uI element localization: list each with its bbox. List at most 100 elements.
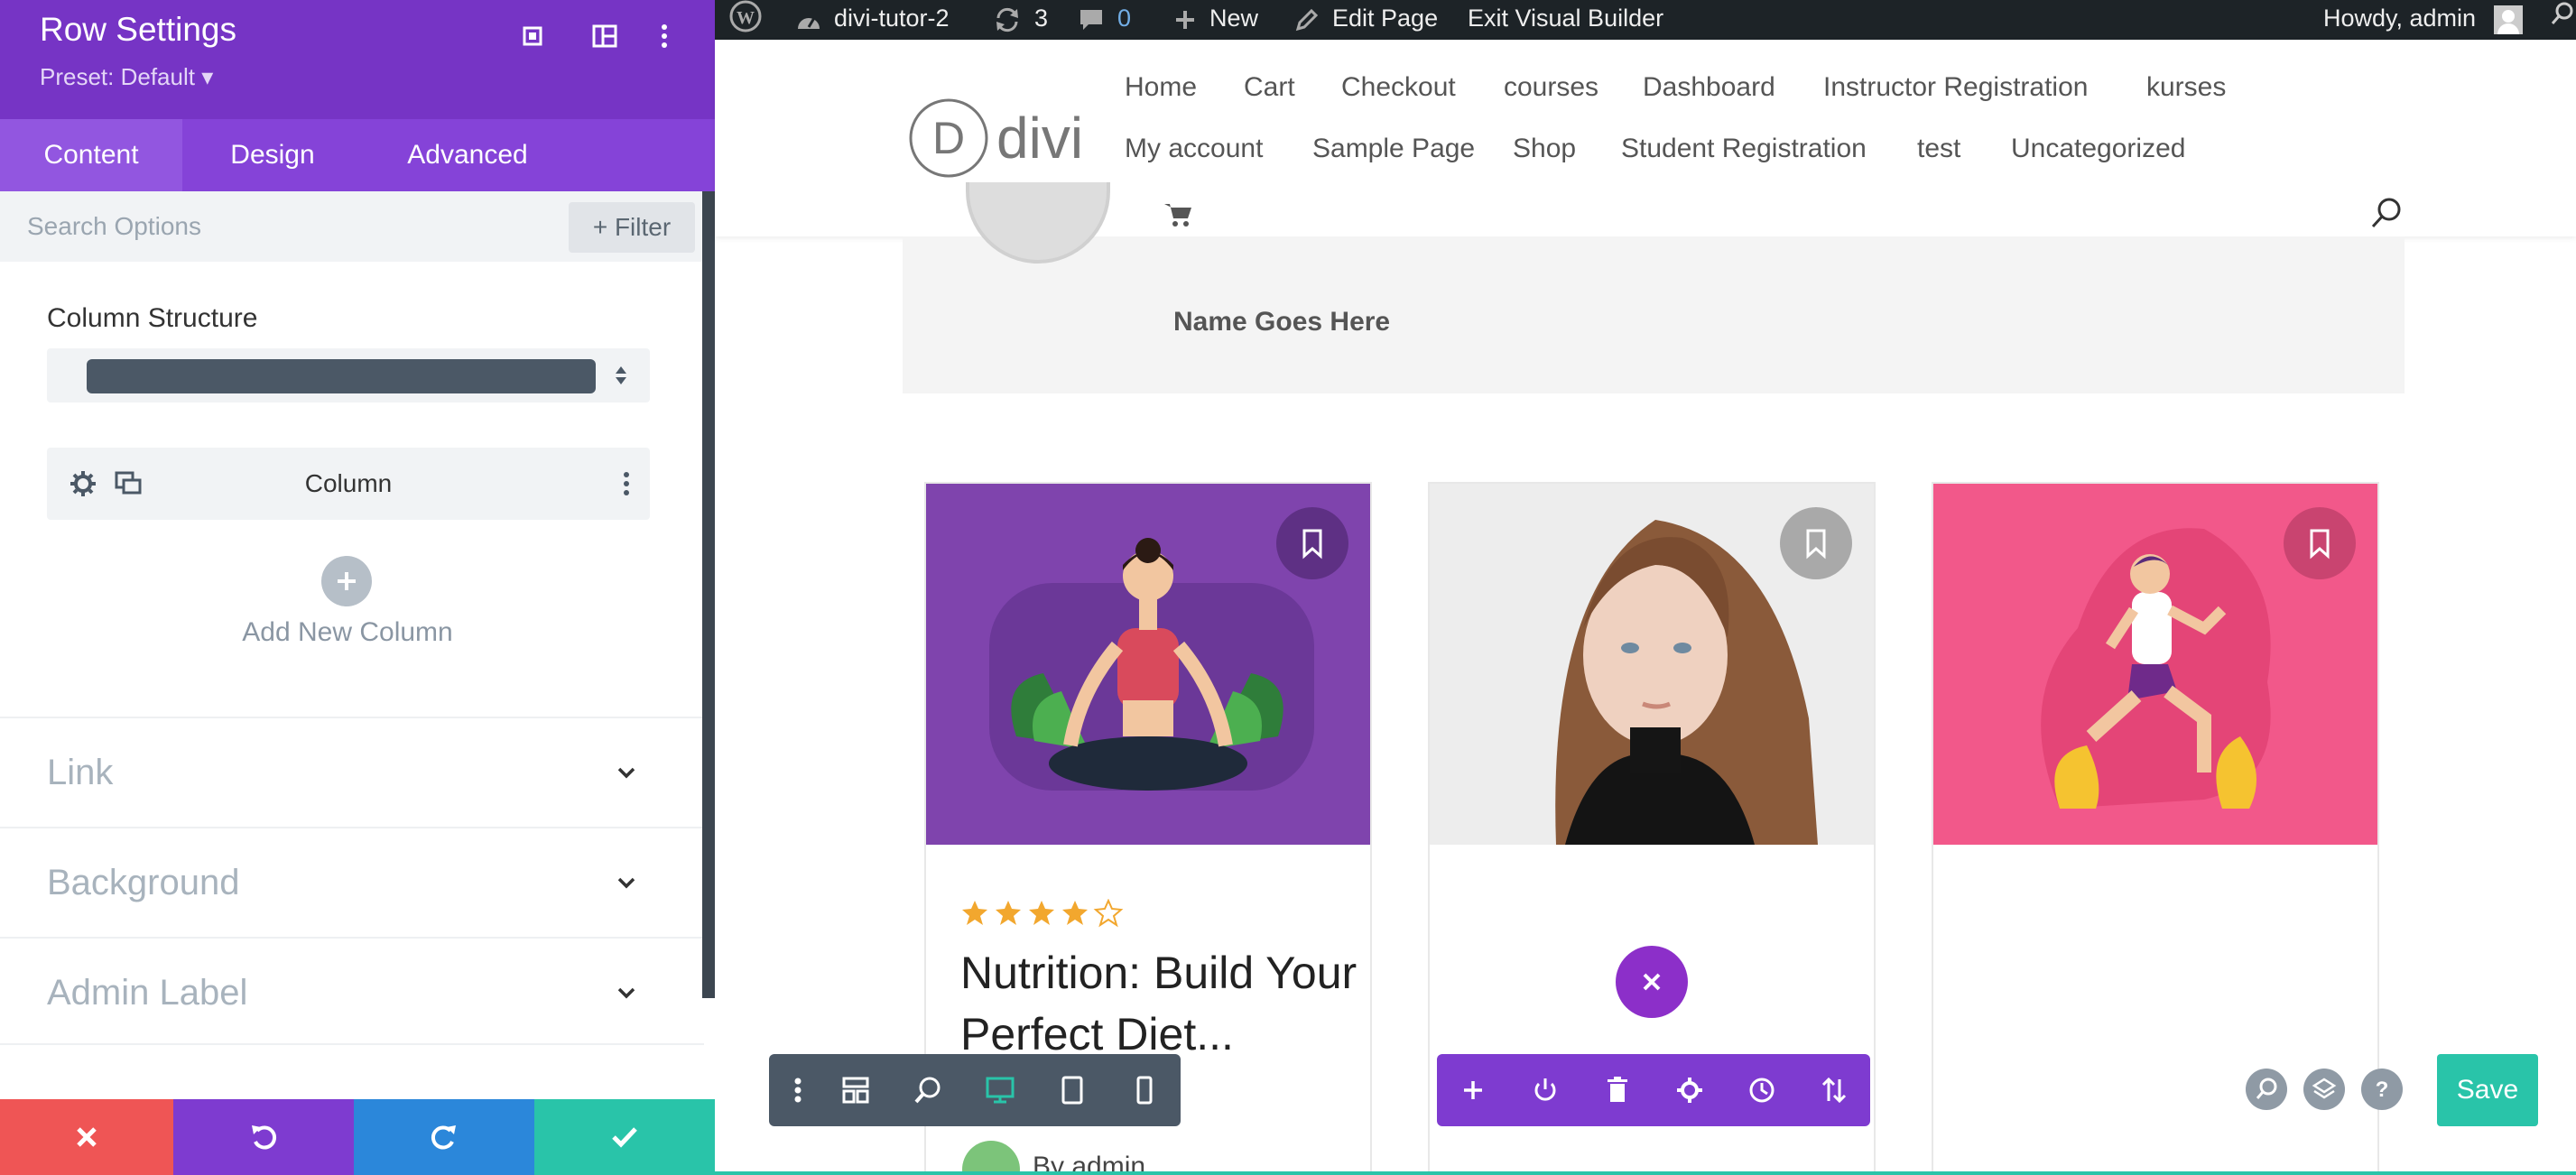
cart-icon[interactable] (1163, 200, 1193, 227)
edit-page-label: Edit Page (1332, 5, 1439, 32)
wordpress-logo-icon[interactable]: W (727, 0, 764, 40)
add-column-label[interactable]: Add New Column (0, 617, 695, 648)
comments-count: 0 (1117, 5, 1132, 32)
panel-scrollbar[interactable] (702, 191, 715, 998)
bookmark-button[interactable] (1780, 507, 1852, 579)
star-rating-icon (962, 899, 1124, 928)
wireframe-view-icon[interactable] (839, 1074, 872, 1106)
bookmark-button[interactable] (1276, 507, 1348, 579)
rating-stars (962, 899, 1125, 928)
site-search-icon[interactable] (2368, 195, 2405, 231)
course-image-runner[interactable] (1933, 484, 2377, 845)
pencil-icon (1294, 7, 1320, 32)
updates-link[interactable]: 3 (993, 0, 1048, 40)
howdy-label: Howdy, admin (2323, 5, 2477, 32)
nav-student-registration[interactable]: Student Registration (1621, 134, 1867, 164)
testimonial-box: Name Goes Here (903, 182, 2405, 393)
row-toolbar (1437, 1054, 1870, 1126)
admin-search-icon[interactable] (2549, 0, 2576, 40)
split-view-icon[interactable] (588, 20, 621, 52)
help-icon[interactable]: ? (2361, 1069, 2403, 1110)
history-icon[interactable] (1746, 1074, 1778, 1106)
column-item[interactable]: Column (47, 448, 650, 520)
trash-icon[interactable] (1601, 1074, 1634, 1106)
power-icon[interactable] (1529, 1074, 1561, 1106)
undo-button[interactable] (173, 1099, 354, 1175)
layers-icon[interactable] (2303, 1069, 2345, 1110)
filter-button[interactable]: + Filter (569, 202, 695, 253)
select-arrows-icon (612, 363, 630, 388)
discard-button[interactable] (0, 1099, 173, 1175)
search-options-input[interactable] (27, 206, 551, 247)
redo-button[interactable] (354, 1099, 534, 1175)
builder-search-icon[interactable] (2246, 1069, 2287, 1110)
check-icon (612, 1127, 637, 1148)
nav-shop[interactable]: Shop (1513, 134, 1576, 164)
column-label: Column (304, 469, 393, 497)
nav-dashboard[interactable]: Dashboard (1643, 72, 1775, 103)
bookmark-icon (1302, 529, 1322, 560)
preset-dropdown[interactable]: Preset: Default ▾ (40, 63, 213, 91)
page-settings-bar (769, 1054, 1181, 1126)
avatar (2493, 5, 2523, 34)
course-title[interactable]: Nutrition: Build Your Perfect Diet... (960, 942, 1357, 1065)
desktop-view-icon[interactable] (984, 1074, 1016, 1106)
nav-courses[interactable]: courses (1504, 72, 1598, 103)
more-options-icon[interactable] (648, 20, 681, 52)
portability-icon[interactable] (1818, 1074, 1850, 1106)
nav-sample-page[interactable]: Sample Page (1312, 134, 1475, 164)
redo-icon (431, 1125, 456, 1150)
course-image-yoga[interactable] (926, 484, 1370, 845)
svg-text:D: D (932, 113, 965, 163)
close-row-settings-button[interactable] (1616, 946, 1688, 1018)
column-structure-preview (87, 359, 596, 393)
nav-test[interactable]: test (1917, 134, 1960, 164)
new-content-link[interactable]: New (1173, 0, 1258, 40)
profile-avatar (966, 182, 1110, 264)
save-changes-button[interactable] (534, 1099, 715, 1175)
comments-link[interactable]: 0 (1078, 0, 1131, 40)
bookmark-icon (2310, 529, 2330, 560)
logo-text: divi (996, 106, 1084, 171)
bookmark-icon (1806, 529, 1826, 560)
nav-home[interactable]: Home (1125, 72, 1197, 103)
toggle-link-label: Link (47, 753, 114, 792)
exit-visual-builder-link[interactable]: Exit Visual Builder (1468, 0, 1663, 40)
column-more-icon[interactable] (610, 467, 643, 500)
updates-icon (993, 5, 1022, 34)
course-image-portrait[interactable] (1430, 484, 1874, 845)
toggle-background[interactable]: Background (0, 827, 704, 935)
add-icon[interactable] (1457, 1074, 1489, 1106)
bookmark-button[interactable] (2284, 507, 2356, 579)
tab-design[interactable]: Design (182, 119, 363, 191)
edit-page-link[interactable]: Edit Page (1294, 0, 1438, 40)
nav-my-account[interactable]: My account (1125, 134, 1263, 164)
column-structure-select[interactable] (47, 348, 650, 402)
fullscreen-icon[interactable] (516, 20, 549, 52)
zoom-icon[interactable] (912, 1074, 944, 1106)
toggle-link[interactable]: Link (0, 717, 704, 825)
filter-label: Filter (614, 213, 672, 241)
account-menu[interactable]: Howdy, admin (2323, 0, 2523, 40)
phone-view-icon[interactable] (1128, 1074, 1161, 1106)
tablet-view-icon[interactable] (1056, 1074, 1089, 1106)
toggle-admin-label-text: Admin Label (47, 973, 248, 1013)
tab-advanced[interactable]: Advanced (363, 119, 572, 191)
nav-uncategorized[interactable]: Uncategorized (2011, 134, 2185, 164)
page-menu-icon[interactable] (782, 1074, 814, 1106)
nav-kurses[interactable]: kurses (2146, 72, 2226, 103)
save-button[interactable]: Save (2437, 1054, 2538, 1126)
settings-gear-icon[interactable] (1673, 1074, 1706, 1106)
tab-content[interactable]: Content (0, 119, 182, 191)
nav-cart[interactable]: Cart (1244, 72, 1295, 103)
search-row: + Filter (0, 191, 704, 262)
site-name-link[interactable]: divi-tutor-2 (794, 0, 950, 40)
author-avatar (962, 1141, 1020, 1175)
nav-checkout[interactable]: Checkout (1341, 72, 1456, 103)
nav-instructor-registration[interactable]: Instructor Registration (1823, 72, 2088, 103)
toggle-admin-label[interactable]: Admin Label (0, 937, 704, 1045)
close-icon (1643, 973, 1661, 991)
dashboard-icon (794, 7, 823, 32)
add-column-button[interactable] (321, 556, 372, 606)
panel-title: Row Settings (40, 11, 236, 48)
